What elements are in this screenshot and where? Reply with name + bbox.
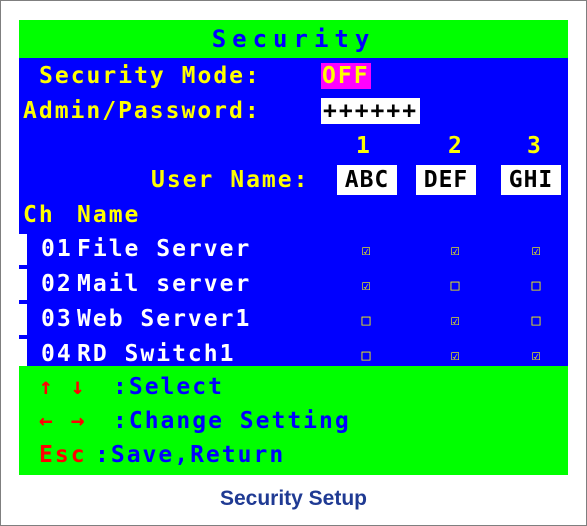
user-column-2: 2 — [448, 133, 464, 159]
access-checkbox-unchecked[interactable]: □ — [352, 346, 382, 364]
access-checkbox-checked[interactable]: ☑ — [441, 346, 471, 364]
column-header-name: Name — [77, 202, 141, 228]
access-checkbox-checked[interactable]: ☑ — [352, 241, 382, 259]
user-column-1: 1 — [356, 133, 372, 159]
access-checkbox-checked[interactable]: ☑ — [352, 276, 382, 294]
menu-title: Security — [19, 20, 568, 58]
access-checkbox-checked[interactable]: ☑ — [441, 241, 471, 259]
access-checkbox-unchecked[interactable]: □ — [441, 276, 471, 294]
row-marker — [19, 234, 27, 265]
access-checkbox-unchecked[interactable]: □ — [352, 311, 382, 329]
select-hint: :Select — [113, 374, 224, 400]
figure-caption: Security Setup — [219, 487, 368, 510]
user-name-3[interactable]: GHI — [501, 165, 561, 195]
security-mode-field[interactable]: OFF — [321, 62, 371, 90]
admin-password-value[interactable]: ++++++ — [321, 98, 421, 124]
access-checkbox-checked[interactable]: ☑ — [522, 346, 552, 364]
security-mode-value[interactable]: OFF — [321, 63, 371, 89]
access-checkbox-unchecked[interactable]: □ — [522, 311, 552, 329]
security-mode-label: Security Mode: — [39, 63, 261, 89]
save-return-hint: :Save,Return — [95, 442, 286, 468]
channel-number[interactable]: 04 — [41, 340, 73, 368]
access-checkbox-unchecked[interactable]: □ — [522, 276, 552, 294]
esc-key: Esc — [39, 442, 87, 468]
channel-name[interactable]: Web Server1 — [77, 305, 251, 333]
user-name-1[interactable]: ABC — [337, 165, 397, 195]
channel-number[interactable]: 01 — [41, 235, 73, 263]
column-header-ch: Ch — [23, 202, 55, 228]
user-name-2[interactable]: DEF — [416, 165, 476, 195]
channel-number[interactable]: 02 — [41, 270, 73, 298]
osd-security-menu: Security Security Mode: OFF Admin/Passwo… — [19, 20, 568, 475]
channel-name[interactable]: Mail server — [77, 270, 251, 298]
change-setting-hint: :Change Setting — [113, 408, 351, 434]
access-checkbox-checked[interactable]: ☑ — [441, 311, 471, 329]
user-column-3: 3 — [527, 133, 543, 159]
row-marker — [19, 269, 27, 300]
arrow-up-down-icon: ↑ ↓ — [39, 374, 87, 400]
admin-password-label: Admin/Password: — [23, 98, 261, 124]
access-checkbox-checked[interactable]: ☑ — [522, 241, 552, 259]
channel-name[interactable]: File Server — [77, 235, 251, 263]
user-name-label: User Name: — [151, 167, 310, 193]
channel-name[interactable]: RD Switch1 — [77, 340, 235, 368]
arrow-left-right-icon: ← → — [39, 408, 87, 434]
key-help-bar: ↑ ↓ :Select ← → :Change Setting Esc :Sav… — [19, 366, 568, 475]
channel-number[interactable]: 03 — [41, 305, 73, 333]
row-marker — [19, 304, 27, 335]
admin-password-field[interactable]: ++++++ — [321, 97, 421, 125]
